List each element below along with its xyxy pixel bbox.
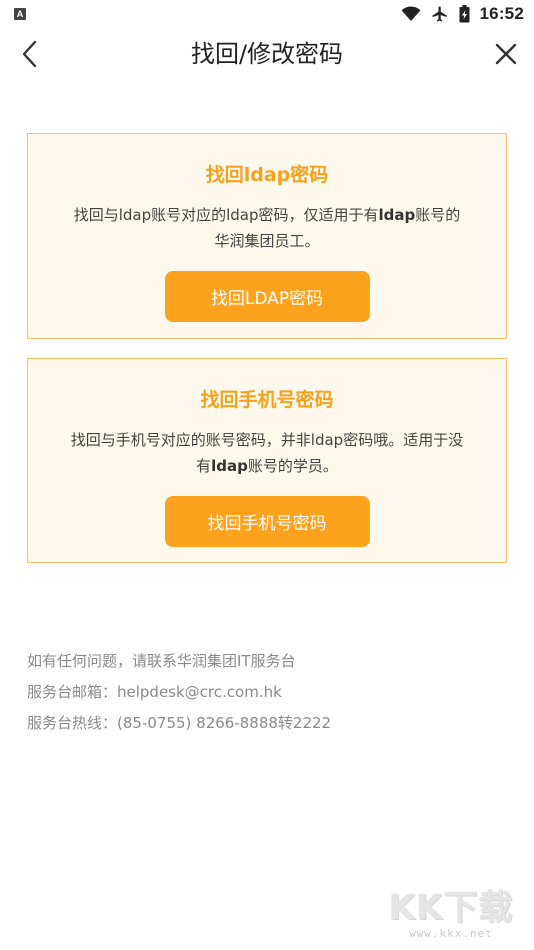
wifi-icon: [401, 6, 421, 22]
card-desc-text: 找回与ldap账号对应的ldap密码，仅适用于有: [73, 206, 379, 224]
card-desc-text: 账号的学员。: [247, 457, 338, 475]
contact-line-hotline: 服务台热线：(85-0755) 8266-8888转2222: [27, 714, 332, 732]
battery-icon: [459, 5, 470, 23]
watermark-logo: KK下载: [388, 888, 514, 928]
card-desc-bold: ldap: [378, 206, 416, 224]
page: A 16:52 找回/修改密码 找回ldap密码 找回与ldap账号对应的lda…: [0, 0, 534, 950]
status-bar-right: 16:52: [401, 4, 524, 24]
recover-phone-password-button[interactable]: 找回手机号密码: [164, 496, 370, 547]
contact-info: 如有任何问题，请联系华润集团IT服务台 服务台邮箱：helpdesk@crc.c…: [27, 646, 331, 739]
card-description: 找回与ldap账号对应的ldap密码，仅适用于有ldap账号的华润集团员工。: [67, 202, 467, 254]
nav-header: 找回/修改密码: [0, 28, 534, 80]
status-bar-left: A: [14, 8, 26, 20]
close-icon: [495, 43, 517, 65]
app-notification-icon: A: [14, 8, 26, 20]
recover-ldap-password-button[interactable]: 找回LDAP密码: [164, 271, 370, 322]
watermark-url: www.kkx.net: [409, 927, 493, 940]
card-description: 找回与手机号对应的账号密码，并非ldap密码哦。适用于没有ldap账号的学员。: [67, 427, 467, 479]
ldap-password-card: 找回ldap密码 找回与ldap账号对应的ldap密码，仅适用于有ldap账号的…: [27, 133, 507, 339]
contact-line-email: 服务台邮箱：helpdesk@crc.com.hk: [27, 683, 282, 701]
card-desc-bold: ldap: [211, 457, 248, 475]
card-title: 找回手机号密码: [200, 389, 334, 411]
airplane-icon: [431, 5, 449, 23]
status-time: 16:52: [479, 4, 524, 23]
page-title: 找回/修改密码: [190, 40, 344, 68]
status-bar: A 16:52: [0, 0, 534, 28]
close-button[interactable]: [490, 38, 522, 70]
contact-line-help: 如有任何问题，请联系华润集团IT服务台: [27, 652, 296, 670]
phone-password-card: 找回手机号密码 找回与手机号对应的账号密码，并非ldap密码哦。适用于没有lda…: [27, 358, 507, 563]
watermark: KK下载 www.kkx.net: [386, 889, 516, 940]
card-title: 找回ldap密码: [205, 164, 329, 186]
